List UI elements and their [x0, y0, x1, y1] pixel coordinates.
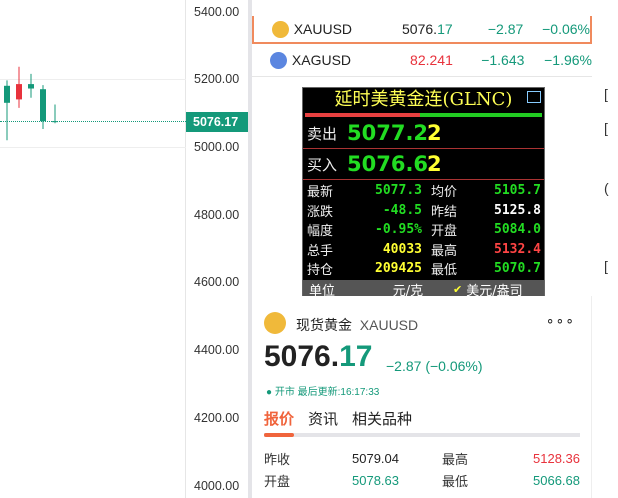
change: −2.87 [487, 21, 524, 37]
stat-row: 持仓 209425 最低 5070.7 [307, 261, 541, 279]
market-status: ● 开市 最后更新:16:17:33 [266, 387, 380, 398]
stat-row: 幅度 -0.95% 开盘 5084.0 [307, 222, 541, 240]
popup-title: 延时美黄金连(GLNC) [334, 89, 513, 110]
tab-news[interactable]: 资讯 [308, 408, 338, 429]
stats-table: 昨收 5079.04 最高 5128.36 开盘 5078.63 最低 5066.68 [264, 447, 580, 491]
candle-body [16, 84, 22, 100]
axis-label: 4600.00 [194, 275, 240, 289]
candle-body [52, 121, 58, 123]
axis-label: 5400.00 [194, 5, 240, 19]
current-price: 5076.17 [264, 340, 373, 373]
symbol: XAUUSD [293, 21, 353, 37]
maximize-icon[interactable] [527, 91, 541, 103]
candle-body [40, 89, 46, 122]
price: 82.241 [410, 52, 453, 68]
tab-track [264, 433, 580, 437]
tabs: 报价 资讯 相关品种 [264, 408, 412, 429]
divider [303, 179, 544, 180]
axis-label: 4400.00 [194, 343, 240, 357]
stat-row: 昨收 5079.04 最高 5128.36 [264, 450, 580, 467]
stat-row: 最新 5077.3 均价 5105.7 [307, 183, 541, 201]
change-percent: −0.06% [542, 21, 590, 37]
candles [4, 66, 58, 141]
buy-quote: 买入 5076.6 2 [307, 152, 442, 176]
more-icon[interactable]: ∘∘∘ [546, 312, 575, 329]
axis-label: 5000.00 [194, 140, 240, 154]
stat-row: 总手 40033 最高 5132.4 [307, 241, 541, 259]
silver-icon [270, 51, 287, 69]
side-panel-edge: [[ ([ [592, 0, 618, 498]
axis-label: 5200.00 [194, 72, 240, 86]
buy-strength-bar [420, 113, 542, 117]
change-percent: −1.96% [544, 52, 592, 68]
candlestick-chart[interactable] [0, 0, 186, 498]
divider [252, 76, 592, 77]
current-price-tag: 5076.17 [186, 112, 248, 132]
sell-strength-bar [305, 113, 420, 117]
watchlist-row-xauusd[interactable]: XAUUSD 5076.17 −2.87 −0.06% [252, 16, 592, 44]
axis-label: 4800.00 [194, 208, 240, 222]
quote-stats: 最新 5077.3 均价 5105.7 涨跌 -48.5 昨结 5125.8 幅度 -0.95% 开… [307, 181, 541, 279]
watchlist-row-xagusd[interactable]: XAGUSD 82.241 −1.643 −1.96% [252, 46, 592, 74]
price-change: −2.87 (−0.06%) [386, 358, 483, 374]
check-icon: ✔ [453, 282, 463, 296]
tab-related[interactable]: 相关品种 [352, 408, 412, 429]
stat-row: 涨跌 -48.5 昨结 5125.8 [307, 202, 541, 220]
instrument-detail-card: 现货黄金 XAUUSD ∘∘∘ 5076.17 −2.87 (−0.06%) ●… [252, 296, 592, 498]
instrument-title: 现货黄金 XAUUSD [296, 317, 419, 333]
price: 5076.17 [402, 21, 453, 37]
candle-body [4, 85, 10, 103]
quote-popup: 延时美黄金连(GLNC) 卖出 5077.2 2 买入 5076.6 2 最新 5077.… [302, 87, 545, 299]
sell-quote: 卖出 5077.2 2 [307, 121, 442, 145]
axis-label: 4000.00 [194, 479, 240, 493]
gold-icon [272, 20, 289, 38]
change: −1.643 [481, 52, 525, 68]
divider [303, 148, 544, 149]
candle-body [28, 84, 34, 89]
stat-row: 开盘 5078.63 最低 5066.68 [264, 472, 580, 489]
price-axis[interactable]: 5400.00 5200.00 5000.00 4800.00 4600.00 … [186, 0, 248, 498]
gold-icon [264, 312, 286, 334]
axis-label: 4200.00 [194, 411, 240, 425]
tab-indicator [264, 433, 294, 437]
tab-quote[interactable]: 报价 [264, 408, 294, 429]
symbol: XAGUSD [291, 52, 352, 68]
